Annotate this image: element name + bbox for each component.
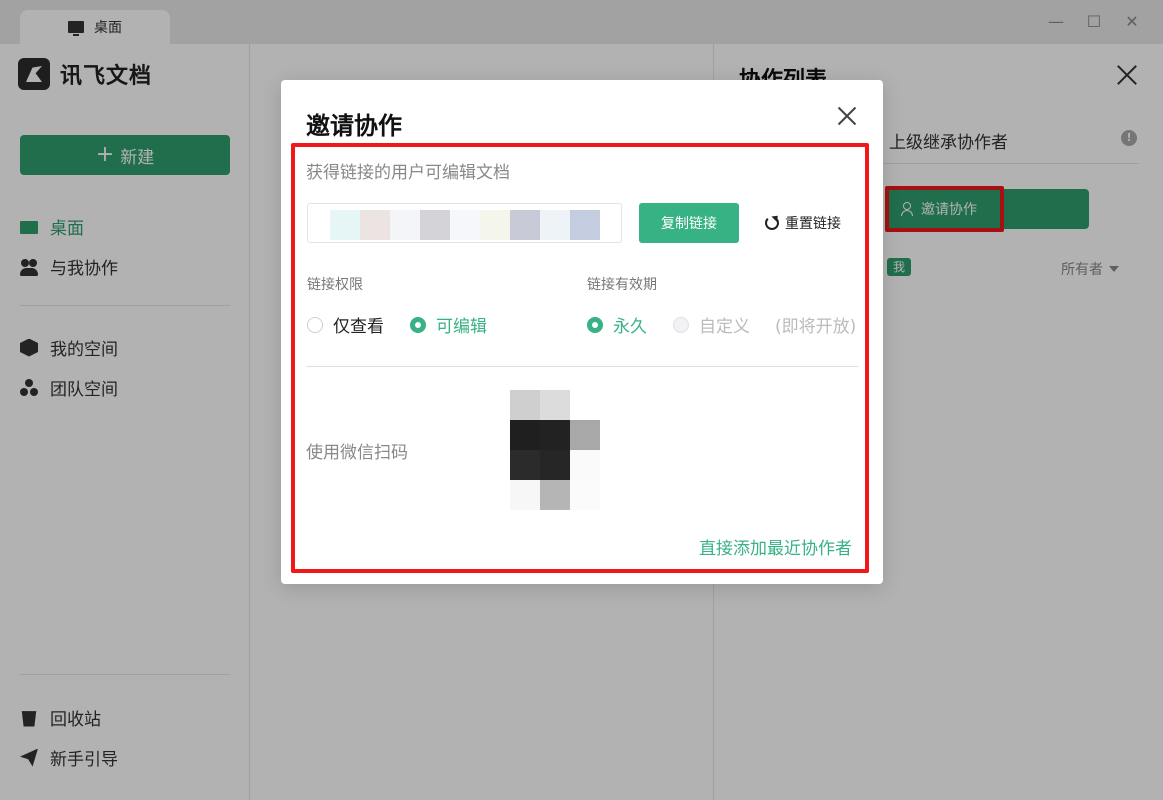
highlight-box [291, 143, 869, 573]
modal-title: 邀请协作 [306, 112, 402, 140]
invite-modal: 邀请协作 获得链接的用户可编辑文档 复制链接 重置链接 链接权限 链接有效期 仅… [281, 80, 883, 584]
close-icon[interactable] [837, 106, 857, 126]
